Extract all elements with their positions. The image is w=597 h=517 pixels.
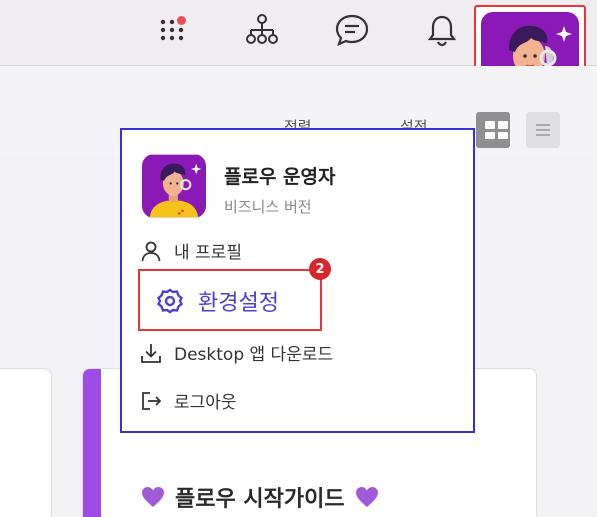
- profile-dropdown-menu: 플로우 운영자 비즈니스 버전 내 프로필 환경설정 Desktop 앱 다운로…: [120, 128, 475, 433]
- purple-heart-icon: [355, 487, 378, 507]
- settings-highlight-box: 환경설정: [138, 269, 322, 331]
- card-accent-bar: [83, 369, 101, 517]
- logout-icon: [142, 391, 162, 410]
- menu-item-preferences[interactable]: 환경설정: [156, 285, 279, 317]
- chat-icon: [335, 14, 369, 46]
- card-title-text: 플로우 시작가이드: [175, 487, 345, 512]
- person-icon: [141, 241, 161, 261]
- org-chart-icon: [246, 14, 278, 44]
- menu-item-label: 내 프로필: [174, 243, 242, 263]
- apps-grid-button[interactable]: [150, 10, 194, 50]
- profile-avatar: [142, 154, 206, 218]
- menu-item-label: Desktop 앱 다운로드: [174, 345, 334, 365]
- bell-icon: [427, 15, 457, 47]
- gear-icon: [157, 288, 183, 314]
- notification-dot: [177, 16, 186, 25]
- notification-button[interactable]: [420, 10, 464, 50]
- avatar-illustration-icon: [142, 154, 206, 218]
- profile-name: 플로우 운영자: [224, 166, 336, 188]
- menu-item-label: 로그아웃: [174, 393, 237, 413]
- list-view-button[interactable]: [526, 112, 560, 148]
- purple-heart-icon: [142, 487, 164, 507]
- org-chart-button[interactable]: [240, 10, 284, 50]
- grid-view-button[interactable]: [476, 112, 510, 148]
- step-badge-2: 2: [309, 258, 331, 280]
- menu-item-label: 환경설정: [198, 291, 279, 316]
- chat-button[interactable]: [330, 10, 374, 50]
- profile-plan: 비즈니스 버전: [224, 198, 312, 216]
- download-icon: [141, 343, 161, 363]
- card-title: 플로우 시작가이드: [141, 481, 379, 513]
- menu-item-my-profile[interactable]: 내 프로필: [140, 238, 242, 263]
- menu-item-logout[interactable]: 로그아웃: [140, 388, 237, 413]
- project-card-left[interactable]: [0, 368, 52, 517]
- menu-item-desktop-download[interactable]: Desktop 앱 다운로드: [140, 340, 333, 365]
